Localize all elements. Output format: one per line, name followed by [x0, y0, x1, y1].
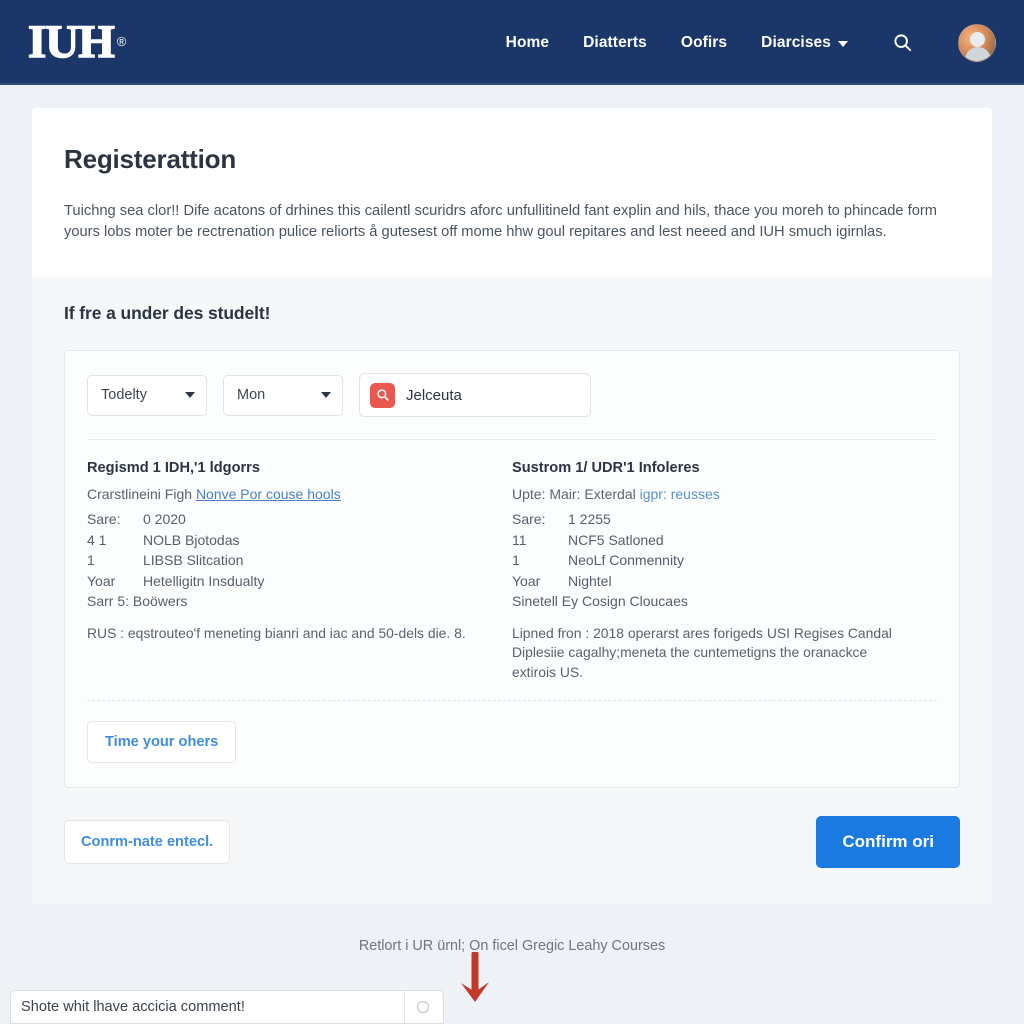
column-subline: Crarstlineini Figh Nonve Por couse hools — [87, 485, 484, 504]
column-subline-prefix: Upte: Mair: Exterdal — [512, 486, 640, 502]
nav-item-home-label: Home — [505, 33, 550, 51]
nav-item-home[interactable]: Home — [506, 34, 549, 52]
primary-nav: Home Diatterts Oofirs Diarcises — [506, 23, 996, 62]
detail-row: Yoar Hetelligitn Insdualty — [87, 572, 484, 592]
detail-row: 4 1 NOLB Bjotodas — [87, 531, 484, 551]
nav-item-diarcises[interactable]: Diarcises — [761, 34, 848, 52]
red-down-arrow-icon — [461, 952, 489, 1002]
select-month-value: Mon — [237, 387, 266, 403]
select-month[interactable]: Mon — [223, 374, 343, 416]
detail-key: Yoar — [512, 572, 541, 589]
loading-spinner-icon — [417, 1001, 429, 1013]
search-input[interactable]: Jelceuta — [359, 373, 591, 417]
cancel-button[interactable]: Conrm-nate entecl. — [64, 820, 231, 864]
detail-key: 1 — [87, 552, 95, 568]
detail-row: Sare: 0 2020 — [87, 510, 484, 530]
detail-value: 0 2020 — [143, 511, 186, 527]
detail-row: 11 NCF5 Satloned — [512, 531, 909, 551]
registered-mark-icon: ® — [116, 34, 127, 49]
detail-value: NOLB Bjotodas — [143, 531, 240, 548]
detail-value: 1 2255 — [568, 511, 611, 527]
site-logo[interactable]: IUH ® — [27, 16, 127, 68]
column-title: Regismd 1 IDH,'1 ldgorrs — [87, 460, 260, 476]
detail-single-line: Sarr 5: Boöwers — [87, 593, 188, 609]
logo-text: IUH — [27, 16, 115, 68]
detail-key: Sare: — [87, 511, 121, 527]
column-subline-link[interactable]: Nonve Por couse hools — [196, 486, 341, 502]
detail-key: 4 1 — [87, 531, 107, 548]
confirm-button[interactable]: Confirm ori — [816, 816, 960, 868]
detail-value: Nightel — [568, 572, 612, 589]
column-note: Lipned fron : 2018 operarst ares foriged… — [512, 624, 892, 680]
detail-row: Yoar Nightel — [512, 572, 909, 592]
detail-column-right: Sustrom 1/ UDR'1 Infoleres Upte: Mair: E… — [512, 460, 937, 682]
registration-panel: If fre a under des studelt! Todelty Mon — [32, 277, 992, 904]
detail-value: NeoLf Conmennity — [568, 552, 684, 568]
detail-row: 1 NeoLf Conmennity — [512, 551, 909, 571]
chevron-down-icon — [185, 392, 195, 398]
detail-key: 11 — [512, 531, 527, 548]
search-icon — [370, 382, 395, 408]
detail-value: LIBSB Slitcation — [143, 552, 244, 568]
chevron-down-icon — [321, 392, 331, 398]
detail-key: 1 — [512, 552, 520, 568]
top-navigation-bar: IUH ® Home Diatterts Oofirs Diarcises — [0, 0, 1024, 85]
search-icon[interactable] — [890, 31, 914, 55]
detail-columns: Regismd 1 IDH,'1 ldgorrs Crarstlineini F… — [87, 440, 937, 682]
nav-item-diatterts[interactable]: Diatterts — [583, 34, 647, 52]
column-subline-link[interactable]: igpr: reusses — [640, 486, 720, 502]
intro-paragraph: Tuichng sea clor!! Dife acatons of drhin… — [64, 203, 938, 240]
column-subline: Upte: Mair: Exterdal igpr: reusses — [512, 485, 909, 504]
footer-text: Retlort i UR ürnl; On ficel Gregic Leahy… — [358, 938, 666, 954]
column-title: Sustrom 1/ UDR'1 Infoleres — [512, 460, 700, 476]
detail-row: Sare: 1 2255 — [512, 510, 909, 530]
detail-value: NCF5 Satloned — [568, 531, 664, 548]
detail-key: Yoar — [87, 572, 116, 589]
selection-box: Todelty Mon Jelceuta Regismd 1 IDH,'1 ld… — [64, 350, 960, 788]
column-subline-prefix: Crarstlineini Figh — [87, 486, 196, 502]
filter-row: Todelty Mon Jelceuta — [87, 373, 937, 440]
detail-column-left: Regismd 1 IDH,'1 ldgorrs Crarstlineini F… — [87, 460, 512, 682]
comment-input-bar[interactable]: Shote whit lhave accicia comment! — [10, 990, 444, 1024]
avatar[interactable] — [958, 23, 996, 62]
nav-item-oofirs-label: Oofirs — [680, 33, 728, 51]
column-note: RUS : eqstrouteo'f meneting bianri and i… — [87, 624, 466, 641]
page-body: Registerattion Tuichng sea clor!! Dife a… — [0, 85, 1024, 954]
nav-item-oofirs[interactable]: Oofirs — [681, 34, 727, 52]
detail-key: Sare: — [512, 511, 546, 527]
add-more-button[interactable]: Time your ohers — [87, 721, 237, 763]
select-term[interactable]: Todelty — [87, 374, 207, 416]
intro-card: Registerattion Tuichng sea clor!! Dife a… — [32, 108, 992, 277]
section-heading: If fre a under des studelt! — [64, 303, 271, 323]
nav-item-diatterts-label: Diatterts — [583, 33, 647, 51]
page-title: Registerattion — [64, 144, 237, 174]
detail-value: Hetelligitn Insdualty — [143, 572, 265, 589]
comment-input-text: Shote whit lhave accicia comment! — [21, 999, 245, 1015]
detail-single-line: Sinetell Ey Cosign Cloucaes — [512, 593, 688, 609]
search-input-value: Jelceuta — [406, 386, 462, 404]
divider — [404, 990, 405, 1024]
action-row: Conrm-nate entecl. Confirm ori — [64, 816, 960, 868]
select-term-value: Todelty — [101, 387, 147, 403]
divider — [87, 700, 937, 701]
chevron-down-icon — [838, 40, 848, 47]
detail-row: 1 LIBSB Slitcation — [87, 551, 484, 571]
nav-item-diarcises-label: Diarcises — [761, 33, 831, 51]
